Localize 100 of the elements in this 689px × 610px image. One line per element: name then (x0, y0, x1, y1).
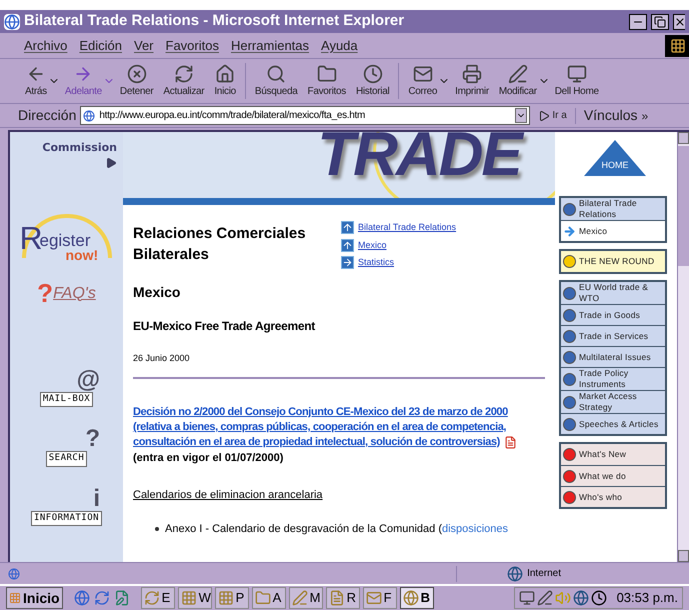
task-button[interactable]: R (326, 587, 360, 609)
house-icon (215, 64, 236, 84)
sync-icon[interactable] (94, 590, 110, 606)
toolbar-button[interactable]: Modificar (494, 64, 542, 98)
provisions-link[interactable]: disposiciones (442, 523, 508, 535)
scroll-down-button[interactable] (678, 550, 689, 562)
clock-time: 03:53 p.m. (616, 589, 678, 608)
windows-logo-icon (9, 592, 21, 604)
refresh-icon (174, 64, 194, 84)
task-button[interactable]: F (362, 587, 397, 609)
annex-item: Anexo I - Calendario de desgravación de la Comunidad (disposiciones (165, 522, 508, 537)
tool-glyph: @ (76, 368, 100, 392)
bullet-icon (155, 527, 159, 532)
app-icon (254, 590, 271, 606)
nav-item[interactable]: Market Access Strategy (561, 390, 665, 413)
vertical-scrollbar[interactable] (677, 132, 689, 562)
tool-link[interactable]: INFORMATION (30, 510, 102, 526)
nav-item[interactable]: What's New (561, 444, 665, 465)
nav-item[interactable]: What we do (561, 465, 665, 486)
restore-button[interactable] (651, 14, 669, 30)
home-button[interactable]: HOME (584, 140, 646, 176)
related-link[interactable]: Mexico (358, 238, 387, 252)
monitor-icon[interactable] (518, 590, 535, 606)
nav-item[interactable]: Trade Policy Instruments (561, 367, 665, 390)
task-button[interactable]: E (140, 587, 175, 609)
app-icon (180, 590, 197, 606)
nav-item[interactable]: Speeches & Articles (561, 413, 665, 434)
folder-icon (316, 64, 337, 84)
toolbar-button[interactable]: Imprimir (450, 64, 494, 98)
dropdown-caret-icon[interactable] (515, 108, 528, 123)
task-button[interactable]: M (288, 587, 323, 609)
menu-item[interactable]: Favoritos (166, 36, 219, 56)
browser-icon[interactable] (74, 590, 90, 606)
links-label[interactable]: Vínculos (584, 105, 638, 126)
country-heading: Mexico (133, 282, 182, 302)
decision-note: (entra en vigor el 01/07/2000) (133, 451, 284, 466)
app-icon (328, 590, 345, 606)
toolbar-button[interactable]: Búsqueda (250, 64, 303, 98)
close-icon (674, 16, 685, 28)
toolbar-button[interactable]: Inicio (209, 64, 241, 98)
window-title: Bilateral Trade Relations - Microsoft Internet Explorer (24, 11, 406, 32)
address-field[interactable]: http://www.europa.eu.int/comm/trade/bilateral/mexico/fta_es.htm (80, 106, 530, 125)
related-link[interactable]: Statistics (358, 256, 394, 270)
task-button[interactable]: B (400, 587, 434, 609)
clock-icon[interactable] (590, 590, 607, 606)
go-button[interactable]: Ir a (538, 108, 567, 123)
toolbar-button[interactable]: Historial (350, 64, 394, 98)
page-title: Relaciones Comerciales Bilaterales (133, 224, 307, 265)
toolbar-button[interactable]: Actualizar (158, 64, 210, 98)
toolbar-button[interactable]: Dell Home (550, 64, 604, 98)
app-icon (144, 590, 160, 606)
globe-icon (507, 566, 524, 582)
commission-label[interactable]: Commission (42, 140, 123, 156)
tool-link[interactable]: SEARCH (46, 451, 88, 466)
menu-item[interactable]: Herramientas (230, 36, 310, 56)
more-links[interactable]: » (642, 106, 648, 124)
toolbar-button[interactable]: Correo (403, 64, 442, 98)
triangle-icon[interactable] (105, 156, 117, 168)
nav-item[interactable]: Bilateral Trade Relations (561, 198, 665, 220)
windows-logo-icon (665, 34, 689, 56)
minimize-button[interactable] (629, 14, 647, 30)
scroll-thumb[interactable] (678, 146, 689, 266)
address-label: Dirección (18, 106, 76, 125)
menu-item[interactable]: Edición (79, 36, 122, 56)
close-button[interactable] (673, 14, 685, 30)
menu-item[interactable]: Ver (134, 36, 154, 56)
monitor-icon (566, 64, 587, 84)
toolbar-button[interactable]: Atrás (20, 64, 52, 98)
date-label: 26 Junio 2000 (133, 352, 191, 364)
toolbar-button[interactable]: Detener (114, 64, 158, 98)
task-button[interactable]: A (252, 587, 286, 609)
printer-icon (462, 64, 482, 84)
decision-link[interactable]: Decisión no 2/2000 del Consejo Conjunto CE-Mexico del 23 de marzo de 2000 (relativa a bienes, compras públicas, cooperación en el area de competencia, consultación en el area de propiedad intelectual, solución de controversias) (133, 405, 545, 450)
calendars-link[interactable]: Calendarios de eliminacion arancelaria (133, 486, 323, 503)
menu-item[interactable]: Ayuda (321, 36, 358, 56)
task-button[interactable]: W (178, 587, 212, 609)
nav-item[interactable]: Who's who (561, 486, 665, 507)
nav-item[interactable]: Multilateral Issues (561, 346, 665, 367)
related-link[interactable]: Bilateral Trade Relations (358, 221, 456, 234)
go-arrow-icon (538, 110, 550, 122)
nav-item[interactable]: Trade in Goods (561, 304, 665, 325)
task-button[interactable]: P (214, 587, 249, 609)
menu-item[interactable]: Archivo (24, 36, 68, 56)
tool-link[interactable]: MAIL-BOX (40, 392, 94, 407)
browser-icon (4, 14, 20, 30)
start-button[interactable]: Inicio (6, 587, 63, 609)
pen-icon[interactable] (536, 590, 553, 606)
globe-icon[interactable] (572, 590, 589, 606)
nav-item[interactable]: THE NEW ROUND (561, 251, 665, 272)
app-icon (218, 590, 234, 606)
scroll-up-button[interactable] (678, 132, 689, 144)
toolbar-button[interactable]: Favoritos (302, 64, 351, 98)
tool-glyph: ? (85, 427, 100, 451)
nav-item[interactable]: Trade in Services (561, 325, 665, 346)
nav-item[interactable]: EU World trade & WTO (561, 282, 665, 304)
app-icon (292, 590, 308, 606)
pdf-icon[interactable] (504, 436, 517, 449)
app-icon (366, 590, 382, 606)
page-icon (8, 568, 20, 580)
app-icon (402, 590, 419, 606)
